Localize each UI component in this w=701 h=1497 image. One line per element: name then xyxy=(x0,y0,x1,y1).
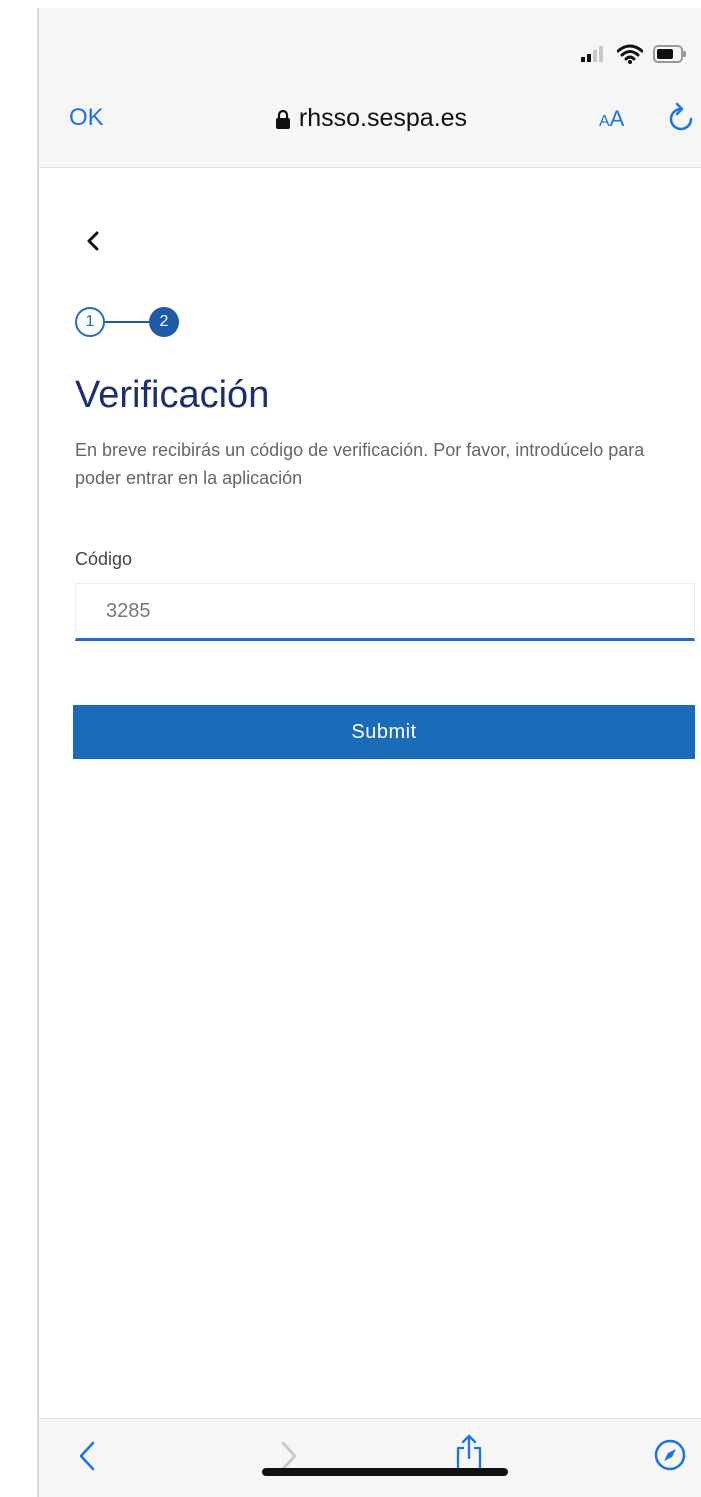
bookmarks-button[interactable] xyxy=(653,1438,687,1475)
browser-bottom-toolbar xyxy=(39,1418,701,1497)
step-2-indicator: 2 xyxy=(149,307,179,337)
back-button[interactable] xyxy=(85,230,101,257)
text-size-small-label: A xyxy=(599,113,610,130)
reload-icon xyxy=(669,102,693,131)
reload-button[interactable] xyxy=(667,102,697,139)
text-size-button[interactable]: AA xyxy=(599,106,624,132)
step-1-indicator: 1 xyxy=(75,307,105,337)
signal-icon xyxy=(581,46,603,62)
screenshot-frame: OK rhsso.sespa.es AA 1 2 Verificación En… xyxy=(0,0,701,1497)
submit-button[interactable]: Submit xyxy=(73,705,695,759)
browser-back-button[interactable] xyxy=(77,1440,97,1475)
compass-icon xyxy=(654,1439,686,1471)
text-size-large-label: A xyxy=(609,106,625,131)
status-bar-icons xyxy=(581,44,687,64)
chevron-left-icon xyxy=(79,1441,95,1471)
page-description: En breve recibirás un código de verifica… xyxy=(75,440,645,488)
step-connector xyxy=(105,321,149,323)
lock-icon xyxy=(275,109,290,129)
share-icon xyxy=(456,1434,482,1472)
url-text: rhsso.sespa.es xyxy=(298,104,468,132)
browser-top-bar: OK rhsso.sespa.es AA xyxy=(39,8,701,168)
wifi-icon xyxy=(617,44,643,64)
address-bar: OK rhsso.sespa.es AA xyxy=(39,100,701,140)
page-title: Verificación xyxy=(75,374,270,416)
progress-stepper: 1 2 xyxy=(75,306,179,338)
phone-screen: OK rhsso.sespa.es AA 1 2 Verificación En… xyxy=(37,8,701,1497)
home-indicator xyxy=(262,1468,508,1476)
code-label: Código xyxy=(75,549,133,569)
chevron-left-icon xyxy=(87,231,99,251)
battery-icon xyxy=(653,45,686,63)
code-input[interactable] xyxy=(75,583,695,641)
